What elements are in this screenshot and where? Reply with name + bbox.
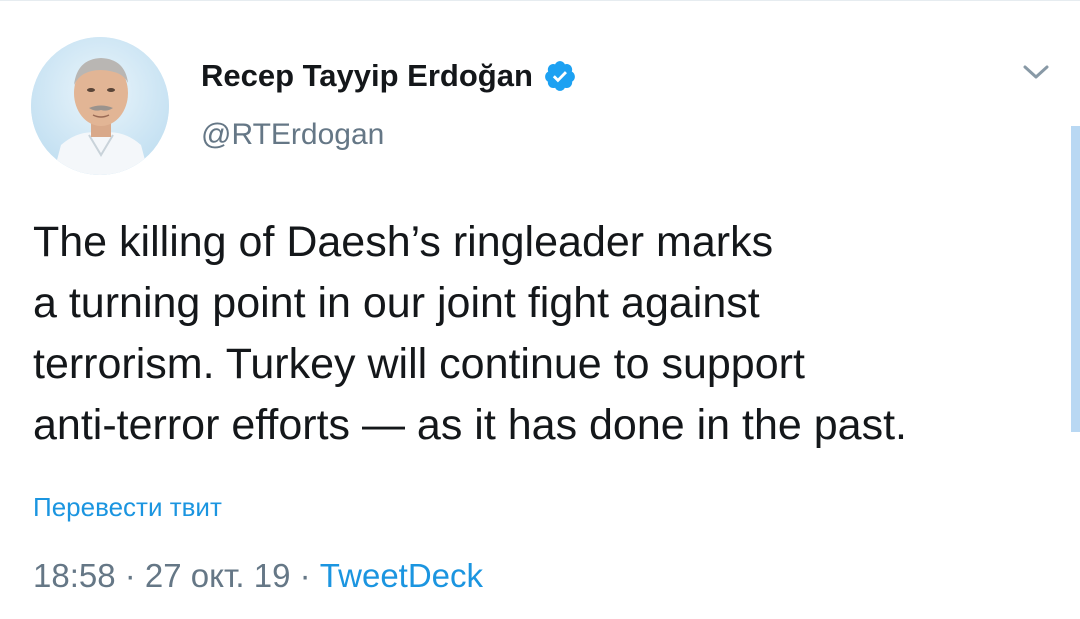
chevron-down-icon[interactable]: [1017, 58, 1055, 88]
scrollbar[interactable]: [1071, 126, 1080, 432]
tweet-time[interactable]: 18:58: [33, 557, 116, 595]
top-divider: [0, 0, 1080, 1]
profile-photo-icon: [31, 37, 169, 175]
tweet-date[interactable]: 27 окт. 19: [145, 557, 291, 595]
meta-separator: ·: [115, 557, 145, 594]
avatar[interactable]: [31, 37, 169, 175]
author-display-name[interactable]: Recep Tayyip Erdoğan: [201, 58, 533, 94]
author-name-row[interactable]: Recep Tayyip Erdoğan: [201, 56, 577, 96]
tweet-source-link[interactable]: TweetDeck: [320, 557, 483, 595]
translate-tweet-link[interactable]: Перевести твит: [33, 492, 222, 523]
tweet-meta: 18:58 · 27 окт. 19 · TweetDeck: [33, 557, 483, 595]
author-handle[interactable]: @RTErdogan: [201, 118, 384, 152]
meta-separator: ·: [290, 557, 320, 594]
tweet-text: The killing of Daesh’s ringleader marks …: [33, 218, 907, 449]
verified-badge-icon: [543, 59, 577, 93]
